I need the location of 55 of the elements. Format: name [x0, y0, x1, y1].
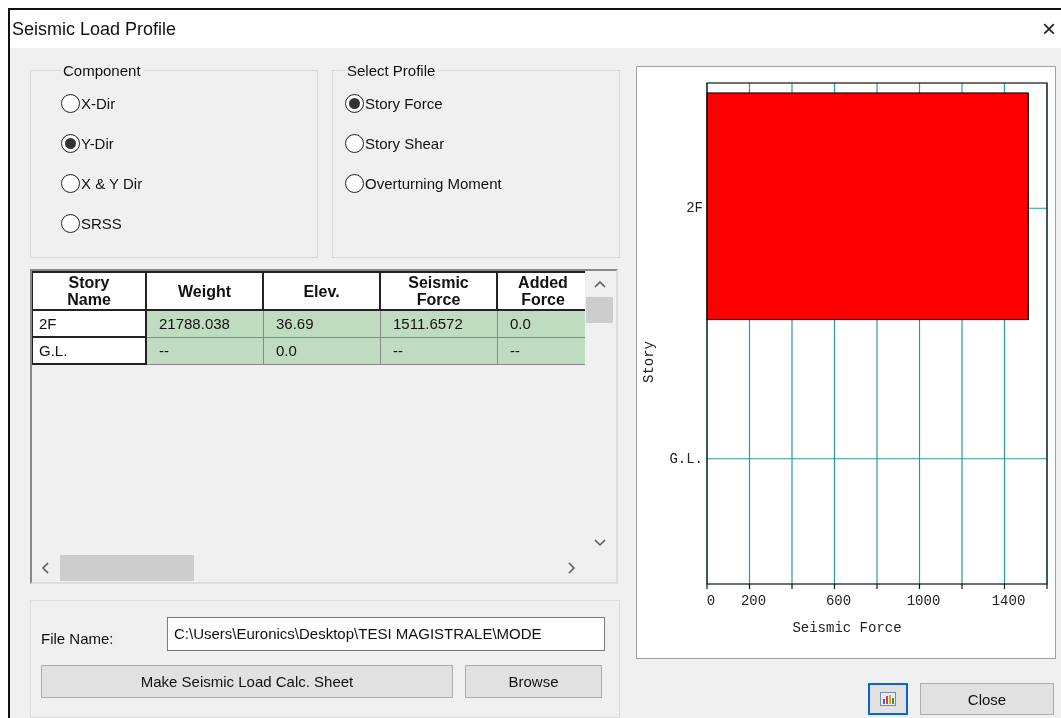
- close-button[interactable]: Close: [920, 683, 1054, 715]
- table-cell: 0.0: [264, 338, 381, 365]
- bar-chart-icon: [880, 692, 896, 706]
- radio-button[interactable]: [61, 213, 80, 233]
- radio-label: SRSS: [81, 214, 122, 232]
- radio-button[interactable]: [61, 133, 80, 153]
- table-cell: --: [381, 338, 498, 365]
- axis-title: Story: [641, 341, 657, 383]
- window-title: Seismic Load Profile: [12, 18, 177, 40]
- radio-label: X & Y Dir: [81, 174, 143, 192]
- row-header: G.L.: [32, 338, 147, 365]
- file-name-field[interactable]: C:\Users\Euronics\Desktop\TESI MAGISTRALE\MODE: [167, 616, 605, 651]
- scroll-down-icon[interactable]: [592, 537, 607, 548]
- column-header: Story Name: [32, 271, 147, 311]
- chart-button[interactable]: [868, 683, 908, 715]
- axis-title: Seismic Force: [792, 620, 902, 636]
- radio-label: Y-Dir: [81, 134, 114, 152]
- radio-button[interactable]: [345, 93, 364, 113]
- column-header: Weight: [147, 271, 264, 311]
- tick-label: 600: [825, 593, 852, 609]
- radio-button[interactable]: [345, 133, 364, 153]
- tick-label: 1400: [991, 593, 1026, 609]
- column-header: Added Force: [498, 271, 585, 311]
- column-header: Seismic Force: [381, 271, 498, 311]
- table-cell: 1511.6572: [381, 311, 498, 338]
- scrollbar-thumb[interactable]: [60, 554, 194, 581]
- group-label: Component: [62, 62, 142, 79]
- tick-label: 1000: [906, 593, 941, 609]
- radio-button[interactable]: [345, 173, 364, 193]
- category-label: G.L.: [669, 450, 703, 467]
- browse-button[interactable]: Browse: [465, 664, 602, 698]
- row-header: 2F: [32, 311, 147, 338]
- scroll-left-icon[interactable]: [40, 560, 50, 575]
- category-label: 2F: [686, 200, 703, 217]
- group-label: Select Profile: [346, 62, 437, 79]
- table-cell: --: [498, 338, 585, 365]
- scroll-right-icon[interactable]: [567, 560, 577, 575]
- tick-label: 0: [706, 593, 716, 609]
- field-label: File Name:: [41, 629, 114, 648]
- make-sheet-button[interactable]: Make Seismic Load Calc. Sheet: [41, 664, 453, 698]
- scroll-up-icon[interactable]: [592, 279, 607, 289]
- table-cell: 36.69: [264, 311, 381, 338]
- table-cell: 21788.038: [147, 311, 264, 338]
- radio-label: Overturning Moment: [365, 174, 502, 192]
- scrollbar-thumb[interactable]: [586, 297, 613, 323]
- table-cell: --: [147, 338, 264, 365]
- radio-button[interactable]: [61, 93, 80, 113]
- radio-button[interactable]: [61, 173, 80, 193]
- radio-label: X-Dir: [81, 94, 116, 112]
- tick-label: 200: [740, 593, 767, 609]
- table-cell: 0.0: [498, 311, 585, 338]
- column-header: Elev.: [264, 271, 381, 311]
- radio-label: Story Shear: [365, 134, 445, 152]
- radio-label: Story Force: [365, 94, 443, 112]
- close-button[interactable]: ×: [1038, 17, 1061, 41]
